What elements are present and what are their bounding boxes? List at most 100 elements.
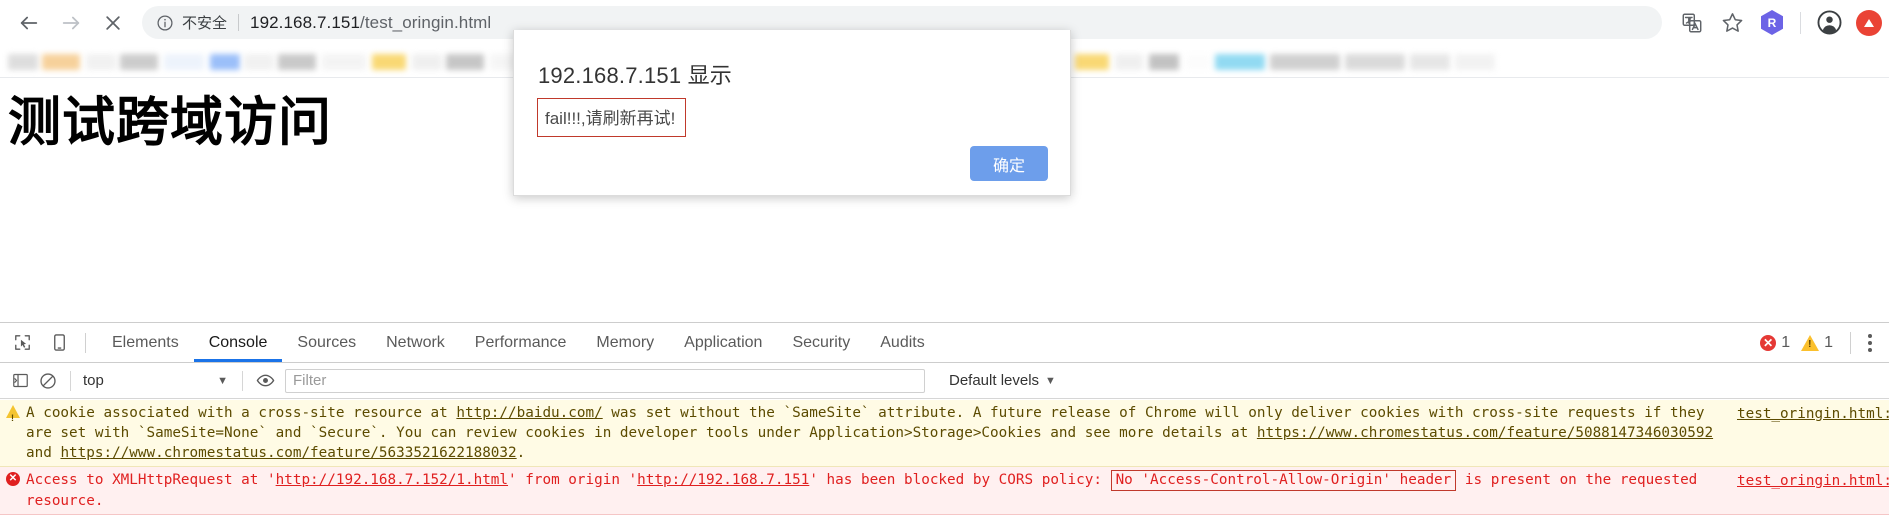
tab-network[interactable]: Network: [371, 323, 460, 362]
error-message-text: Access to XMLHttpRequest at 'http://192.…: [26, 470, 1737, 511]
console-sidebar-button[interactable]: [6, 368, 34, 394]
bookmark-item[interactable]: [164, 54, 204, 70]
console-link[interactable]: https://www.chromestatus.com/feature/508…: [1257, 425, 1713, 441]
bookmark-star-button[interactable]: [1712, 3, 1752, 43]
execution-context-select[interactable]: top ▼: [79, 369, 234, 393]
bookmark-item[interactable]: [244, 54, 274, 70]
tab-security[interactable]: Security: [777, 323, 865, 362]
kebab-menu-icon[interactable]: [1857, 333, 1883, 352]
bookmark-item[interactable]: [1345, 54, 1405, 70]
dialog-title: 192.168.7.151 显示: [538, 63, 733, 88]
filter-bar-divider-2: [242, 370, 243, 391]
console-message-error[interactable]: ✕ Access to XMLHttpRequest at 'http://19…: [0, 467, 1889, 515]
arrow-left-icon: [20, 16, 38, 29]
clear-console-button[interactable]: [34, 368, 62, 394]
tab-label: Audits: [880, 333, 925, 351]
tab-memory[interactable]: Memory: [581, 323, 669, 362]
clear-console-icon: [40, 372, 56, 389]
bookmark-item[interactable]: [42, 54, 80, 70]
bookmark-item[interactable]: [1075, 54, 1109, 70]
devtools-status-divider: [1850, 331, 1851, 354]
console-filter-input[interactable]: [285, 368, 925, 393]
inspect-element-button[interactable]: [7, 329, 37, 357]
warning-message-text: A cookie associated with a cross-site re…: [26, 403, 1737, 463]
source-link[interactable]: test_oringin.html:1: [1737, 406, 1889, 422]
tab-label: Memory: [596, 333, 655, 351]
chevron-down-icon: ▼: [1045, 374, 1056, 387]
console-sidebar-icon: [12, 373, 28, 388]
star-icon: [1722, 13, 1742, 32]
console-link[interactable]: http://baidu.com/: [456, 405, 602, 421]
chevron-down-icon: ▼: [217, 374, 228, 387]
devtools-tabbar: Elements Console Sources Network Perform…: [0, 323, 1889, 363]
console-link[interactable]: https://www.chromestatus.com/feature/563…: [60, 445, 516, 461]
tab-label: Sources: [297, 333, 357, 351]
execution-context-value: top: [83, 372, 104, 389]
bookmark-item[interactable]: [1270, 54, 1340, 70]
bookmark-item[interactable]: [120, 54, 158, 70]
stop-button[interactable]: [92, 2, 134, 44]
tab-label: Network: [386, 333, 445, 351]
tab-application[interactable]: Application: [669, 323, 777, 362]
back-button[interactable]: [8, 2, 50, 44]
console-message-list[interactable]: A cookie associated with a cross-site re…: [0, 400, 1889, 527]
profile-avatar-icon: [1817, 10, 1841, 35]
log-levels-value: Default levels: [949, 372, 1040, 389]
error-message-source[interactable]: test_oringin.html:1: [1737, 470, 1889, 491]
console-text: ' has been blocked by CORS policy:: [809, 472, 1111, 488]
device-toolbar-button[interactable]: [44, 329, 74, 357]
bookmark-item[interactable]: [1149, 54, 1179, 70]
translate-button[interactable]: [1672, 3, 1712, 43]
devtools-status-area: ✕ 1 1: [1760, 331, 1889, 354]
arrow-right-icon: [62, 16, 80, 29]
error-count-icon[interactable]: ✕: [1760, 334, 1777, 351]
url-host: 192.168.7.151: [250, 12, 361, 32]
bookmark-item[interactable]: [278, 54, 316, 70]
tab-audits[interactable]: Audits: [865, 323, 939, 362]
bookmark-item[interactable]: [8, 54, 38, 70]
bookmark-item[interactable]: [322, 54, 366, 70]
bookmark-item[interactable]: [210, 54, 240, 70]
tab-performance[interactable]: Performance: [460, 323, 582, 362]
bookmark-item[interactable]: [446, 54, 484, 70]
bookmark-item[interactable]: [372, 54, 406, 70]
message-gutter: [0, 403, 26, 428]
warning-message-source[interactable]: test_oringin.html:1: [1737, 403, 1889, 424]
bookmark-item[interactable]: [86, 54, 116, 70]
console-text: A cookie associated with a cross-site re…: [26, 405, 457, 421]
warning-count-icon[interactable]: [1801, 334, 1820, 351]
log-levels-select[interactable]: Default levels ▼: [943, 369, 1062, 393]
dialog-ok-button[interactable]: 确定: [970, 146, 1048, 181]
console-link[interactable]: http://192.168.7.152/1.html: [276, 472, 508, 488]
bookmark-item[interactable]: [1455, 54, 1495, 70]
chrome-menu-button[interactable]: [1849, 3, 1889, 43]
forward-button[interactable]: [50, 2, 92, 44]
bookmark-item[interactable]: [412, 54, 442, 70]
tab-console[interactable]: Console: [193, 323, 283, 362]
bookmark-item[interactable]: [1215, 54, 1265, 70]
console-link[interactable]: http://192.168.7.151: [637, 472, 809, 488]
profile-button[interactable]: [1809, 3, 1849, 43]
eye-icon: [256, 374, 274, 387]
console-text: .: [516, 445, 526, 461]
inspect-element-icon: [14, 335, 30, 350]
info-circle-icon[interactable]: [156, 14, 174, 32]
device-toolbar-icon: [53, 334, 65, 351]
tab-sources[interactable]: Sources: [282, 323, 371, 362]
tab-label: Security: [792, 333, 851, 351]
bookmark-item[interactable]: [1115, 54, 1143, 70]
url-text: 192.168.7.151/test_oringin.html: [250, 13, 491, 33]
bookmark-item[interactable]: [1185, 54, 1211, 70]
source-link[interactable]: test_oringin.html:1: [1737, 473, 1889, 489]
chrome-menu-update-icon: [1856, 9, 1882, 36]
console-text: Access to XMLHttpRequest at ': [26, 472, 276, 488]
warning-triangle-icon: [6, 405, 20, 428]
extension-button[interactable]: R: [1752, 3, 1792, 43]
console-message-warning[interactable]: A cookie associated with a cross-site re…: [0, 400, 1889, 467]
security-status-text: 不安全: [182, 15, 228, 32]
bookmark-item[interactable]: [1410, 54, 1450, 70]
console-text: and: [26, 445, 61, 461]
live-expression-button[interactable]: [251, 368, 279, 394]
message-gutter: ✕: [0, 470, 26, 486]
tab-elements[interactable]: Elements: [97, 323, 194, 362]
